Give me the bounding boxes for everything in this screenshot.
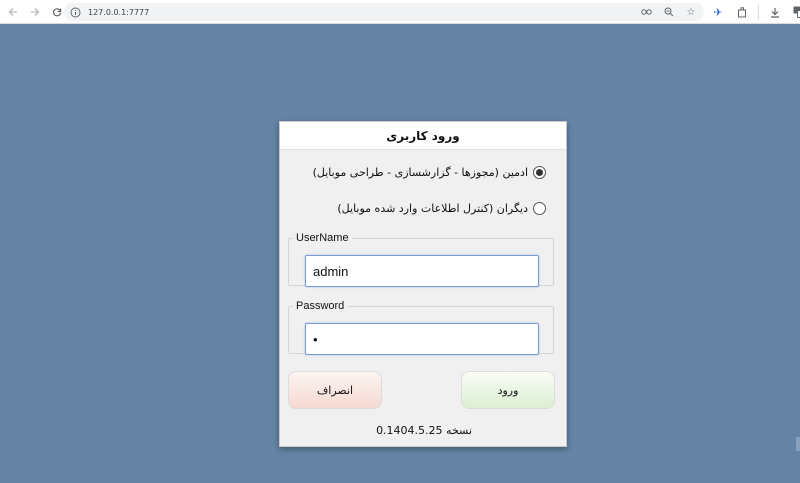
- username-group: UserName admin: [288, 232, 554, 287]
- zoom-icon[interactable]: [662, 5, 676, 19]
- radio-dot: [536, 169, 543, 176]
- bookmark-star-icon[interactable]: ☆: [684, 5, 698, 19]
- forward-icon[interactable]: [26, 3, 44, 21]
- site-info-icon[interactable]: [68, 5, 82, 19]
- login-button[interactable]: ورود: [461, 371, 555, 409]
- dialog-header: ورود کاربری: [280, 122, 566, 150]
- version-text: نسخه 0.1404.5.25: [376, 424, 472, 437]
- separator: [758, 4, 759, 20]
- radio-button-selected[interactable]: [533, 166, 546, 179]
- radio-option-others[interactable]: دیگران (کنترل اطلاعات وارد شده موبایل): [337, 202, 546, 215]
- cancel-button[interactable]: انصراف: [288, 371, 382, 409]
- radio-label-admin[interactable]: ادمین (مجوزها - گزارشسازی - طراحی موبایل…: [313, 166, 528, 179]
- password-input[interactable]: •: [305, 323, 539, 355]
- translate-icon[interactable]: [791, 4, 800, 20]
- radio-option-admin[interactable]: ادمین (مجوزها - گزارشسازی - طراحی موبایل…: [313, 166, 546, 179]
- username-input[interactable]: admin: [305, 255, 539, 287]
- extensions-puzzle-icon[interactable]: [734, 4, 750, 20]
- page-scrollbar[interactable]: [796, 437, 800, 451]
- username-label: UserName: [296, 232, 349, 244]
- url-text[interactable]: 127.0.0.1:7777: [88, 8, 149, 17]
- dialog-title: ورود کاربری: [386, 128, 460, 143]
- password-label: Password: [296, 300, 345, 312]
- password-key-icon[interactable]: [640, 5, 654, 19]
- password-group: Password •: [288, 300, 554, 355]
- login-dialog: ورود کاربری ادمین (مجوزها - گزارشسازی - …: [279, 121, 567, 447]
- download-icon[interactable]: [767, 4, 783, 20]
- address-bar[interactable]: 127.0.0.1:7777 ☆: [64, 3, 704, 21]
- browser-toolbar: 127.0.0.1:7777 ☆ ✈: [0, 0, 800, 24]
- radio-label-others[interactable]: دیگران (کنترل اطلاعات وارد شده موبایل): [337, 202, 528, 215]
- extension-bird-icon[interactable]: ✈: [710, 4, 726, 20]
- back-icon[interactable]: [4, 3, 22, 21]
- radio-button-unselected[interactable]: [533, 202, 546, 215]
